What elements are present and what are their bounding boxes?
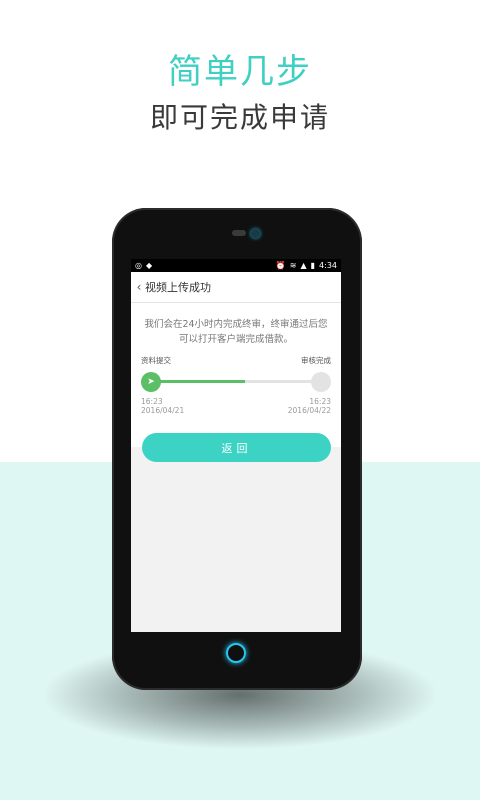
status-time: 4:34 <box>319 261 337 270</box>
progress-start-label: 资料提交 <box>141 356 171 365</box>
whatsapp-icon: ◎ <box>135 260 142 270</box>
signal-icon: ▲ <box>300 260 307 270</box>
status-bar: ◎ ◆ ⏰ ≋ ▲ ▮ 4:34 <box>131 259 341 272</box>
progress-end-label: 审核完成 <box>301 356 331 365</box>
progress-start-node: ➤ <box>141 372 161 392</box>
navigation-arrow-icon: ➤ <box>147 377 155 387</box>
promo-headline: 简单几步 <box>168 52 312 92</box>
progress-track: ➤ <box>141 371 331 393</box>
progress-start-time: 16:23 <box>141 397 163 406</box>
progress-fill <box>151 380 245 383</box>
progress-times: 16:23 2016/04/21 16:23 2016/04/22 <box>141 397 331 415</box>
return-button[interactable]: 返回 <box>142 433 331 462</box>
chevron-left-icon[interactable]: ‹ <box>133 280 145 294</box>
phone-speaker <box>232 230 246 236</box>
wifi-icon: ≋ <box>289 260 297 270</box>
page-title: 视频上传成功 <box>145 281 211 294</box>
home-button[interactable] <box>226 643 246 663</box>
progress-end-date: 2016/04/22 <box>287 406 331 415</box>
result-message: 我们会在24小时内完成终审，终审通过后您可以打开客户端完成借款。 <box>144 319 328 345</box>
phone-screen: ◎ ◆ ⏰ ≋ ▲ ▮ 4:34 ‹ 视频上传成功 我们会在24小时内完成终审，… <box>131 259 341 632</box>
progress-start-date: 2016/04/21 <box>141 406 185 415</box>
alarm-icon: ⏰ <box>275 260 286 270</box>
progress-labels: 资料提交 审核完成 <box>141 355 331 366</box>
progress-end-time: 16:23 <box>309 397 331 406</box>
promo-subheadline: 即可完成申请 <box>149 101 330 134</box>
dropbox-icon: ◆ <box>145 260 153 270</box>
front-camera-icon <box>251 229 260 238</box>
result-card: 我们会在24小时内完成终审，终审通过后您可以打开客户端完成借款。 资料提交 审核… <box>131 303 341 447</box>
progress-end-node <box>311 372 331 392</box>
battery-icon: ▮ <box>310 260 316 270</box>
navigation-bar: ‹ 视频上传成功 <box>131 272 341 303</box>
